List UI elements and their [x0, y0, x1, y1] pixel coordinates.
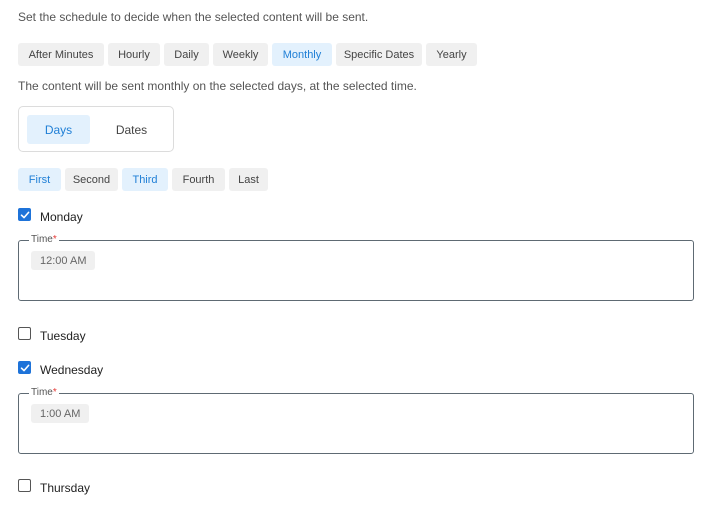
tab-hourly[interactable]: Hourly — [108, 43, 160, 66]
ordinal-fourth[interactable]: Fourth — [172, 168, 225, 191]
monthly-description: The content will be sent monthly on the … — [18, 79, 417, 93]
tab-weekly[interactable]: Weekly — [213, 43, 268, 66]
thursday-checkbox[interactable] — [18, 479, 31, 492]
ordinal-last[interactable]: Last — [229, 168, 268, 191]
wednesday-checkbox[interactable] — [18, 361, 31, 374]
thursday-label: Thursday — [40, 481, 91, 495]
checkmark-icon — [20, 364, 29, 371]
tab-yearly[interactable]: Yearly — [426, 43, 477, 66]
tab-specific-dates[interactable]: Specific Dates — [336, 43, 422, 66]
monday-checkbox[interactable] — [18, 208, 31, 221]
wednesday-label: Wednesday — [40, 363, 104, 377]
intro-text: Set the schedule to decide when the sele… — [18, 10, 369, 24]
monday-time-field: Time* 12:00 AM — [18, 234, 694, 301]
monday-time-input[interactable]: 12:00 AM — [31, 251, 96, 270]
monday-label: Monday — [40, 210, 83, 224]
wednesday-time-input[interactable]: 1:00 AM — [31, 404, 90, 423]
tuesday-label: Tuesday — [40, 329, 86, 343]
tuesday-checkbox[interactable] — [18, 327, 31, 340]
time-label: Time* — [29, 234, 59, 246]
schedule-panel: Set the schedule to decide when the sele… — [0, 0, 712, 511]
tab-after-minutes[interactable]: After Minutes — [18, 43, 104, 66]
ordinal-second[interactable]: Second — [65, 168, 118, 191]
tab-daily[interactable]: Daily — [164, 43, 209, 66]
wednesday-time-field: Time* 1:00 AM — [18, 387, 694, 454]
required-marker: * — [52, 234, 57, 245]
tab-monthly[interactable]: Monthly — [272, 43, 332, 66]
checkmark-icon — [20, 211, 29, 218]
time-label: Time* — [29, 387, 59, 399]
ordinal-first[interactable]: First — [18, 168, 61, 191]
ordinal-third[interactable]: Third — [122, 168, 168, 191]
mode-toggle: Days Dates — [18, 106, 174, 152]
toggle-dates[interactable]: Dates — [100, 115, 163, 144]
toggle-days[interactable]: Days — [27, 115, 90, 144]
required-marker: * — [52, 387, 57, 398]
